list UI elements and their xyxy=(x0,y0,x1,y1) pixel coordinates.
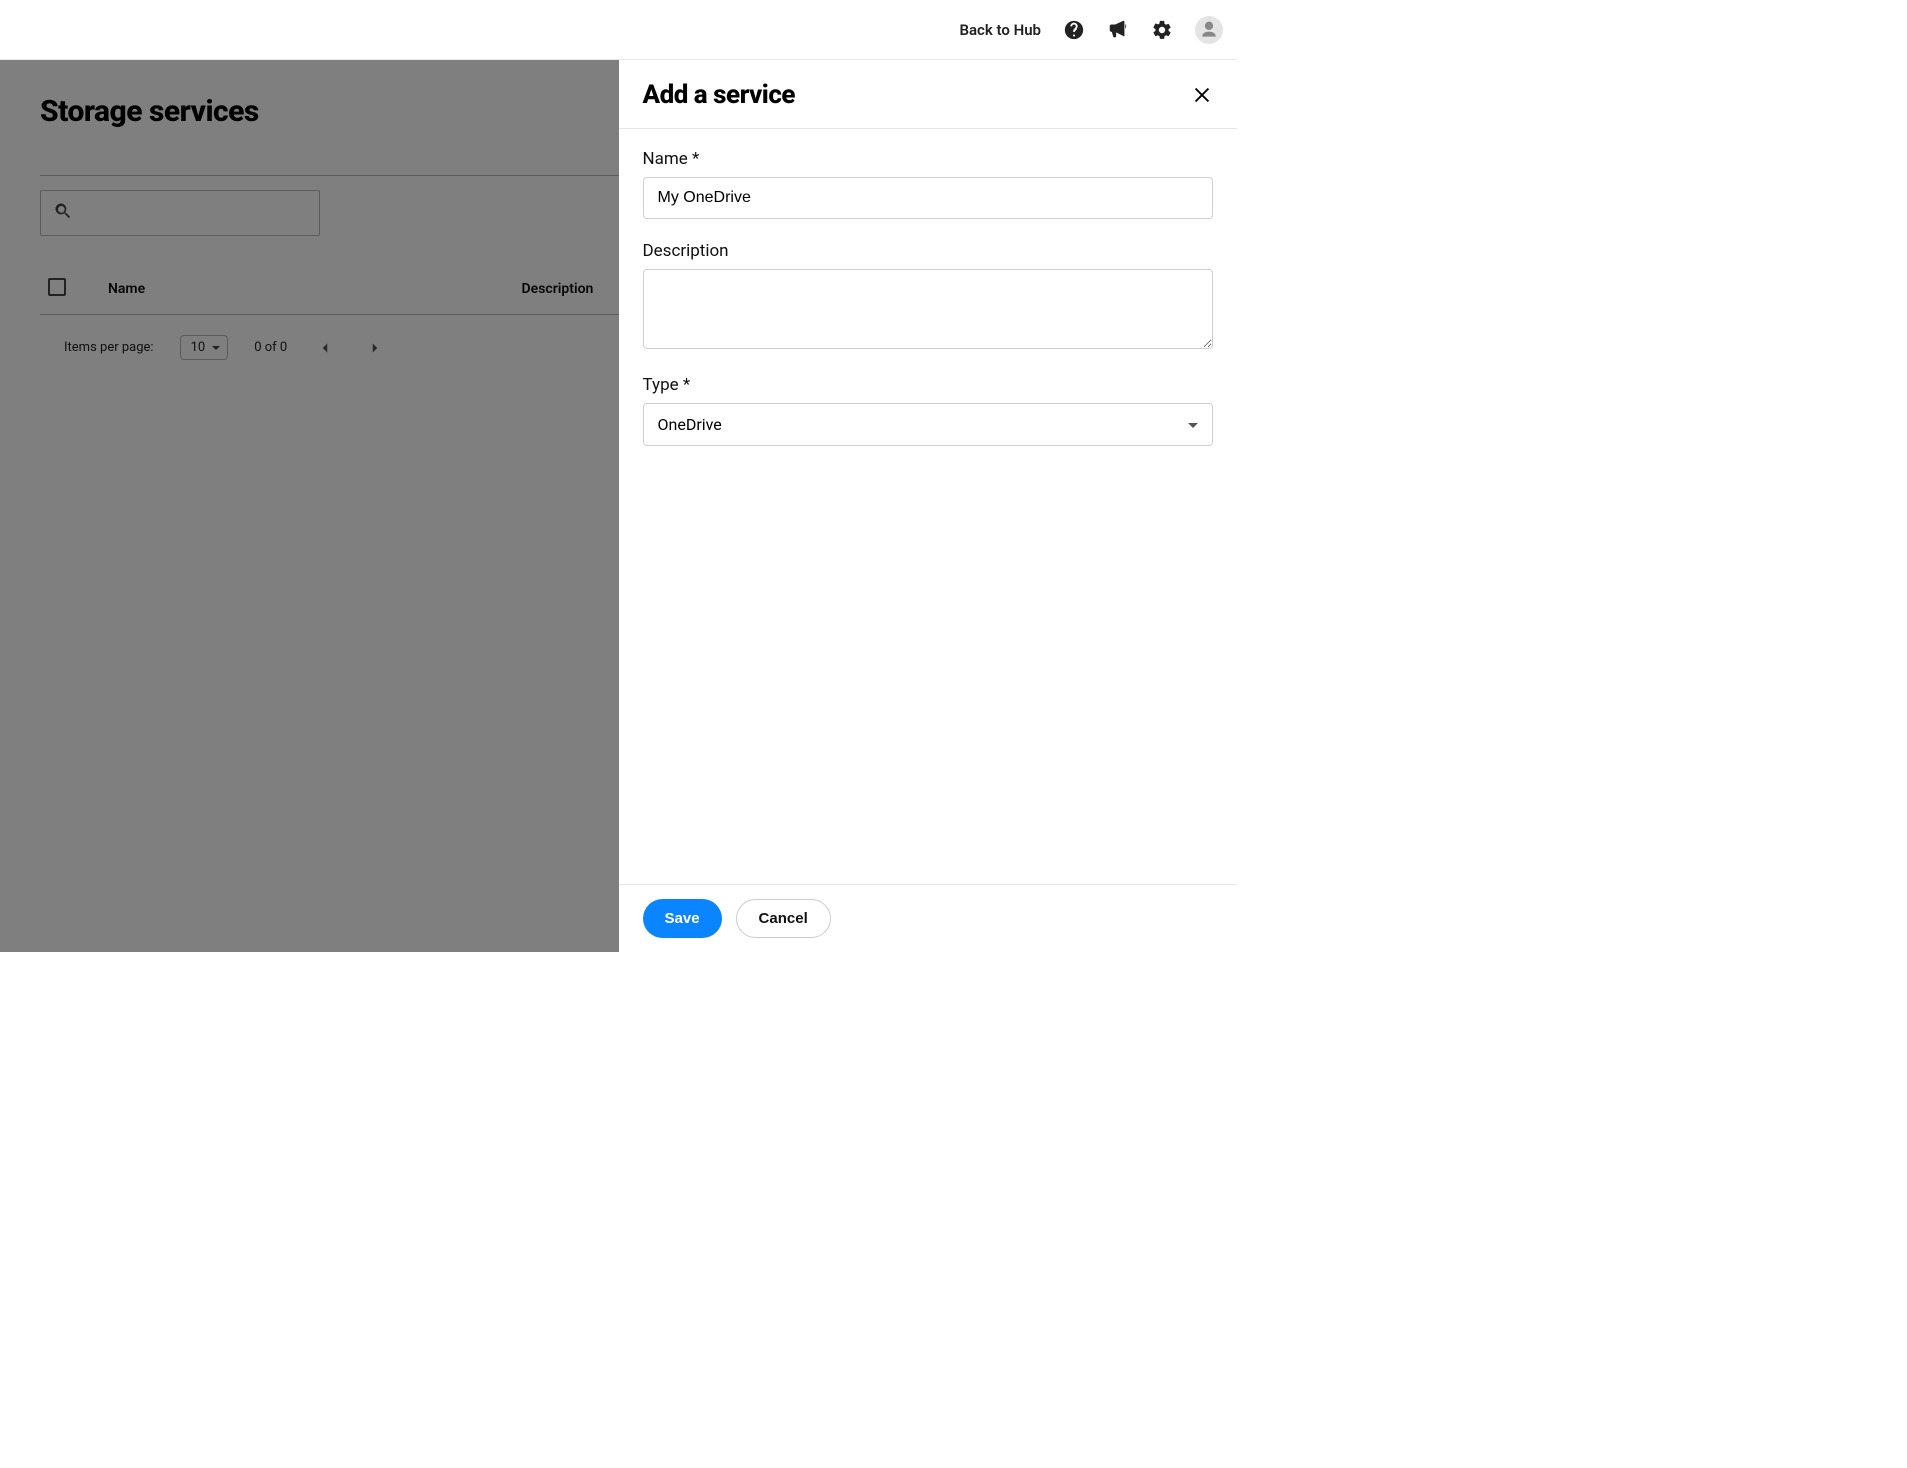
type-field-label: Type * xyxy=(643,375,1214,395)
panel-title: Add a service xyxy=(643,80,795,110)
panel-footer: Save Cancel xyxy=(619,884,1238,952)
announcements-icon[interactable] xyxy=(1107,19,1129,41)
type-select-value: OneDrive xyxy=(658,415,722,434)
description-field-label: Description xyxy=(643,241,1214,261)
save-button[interactable]: Save xyxy=(643,899,722,938)
top-bar: Back to Hub xyxy=(0,0,1237,60)
name-field-label: Name * xyxy=(643,149,1214,169)
help-icon[interactable] xyxy=(1063,19,1085,41)
back-to-hub-link[interactable]: Back to Hub xyxy=(953,21,1041,39)
settings-icon[interactable] xyxy=(1151,19,1173,41)
description-field-group: Description xyxy=(643,241,1214,353)
user-avatar[interactable] xyxy=(1195,16,1223,44)
type-select[interactable]: OneDrive xyxy=(643,403,1214,446)
back-to-hub-label: Back to Hub xyxy=(959,21,1041,39)
close-icon[interactable] xyxy=(1191,84,1213,106)
description-input[interactable] xyxy=(643,269,1214,349)
panel-body: Name * Description Type * OneDrive xyxy=(619,129,1238,884)
name-field-group: Name * xyxy=(643,149,1214,219)
type-field-group: Type * OneDrive xyxy=(643,375,1214,446)
name-input[interactable] xyxy=(643,177,1214,219)
cancel-button[interactable]: Cancel xyxy=(736,899,831,938)
add-service-panel: Add a service Name * Description Type * … xyxy=(619,60,1238,952)
panel-header: Add a service xyxy=(619,60,1238,129)
